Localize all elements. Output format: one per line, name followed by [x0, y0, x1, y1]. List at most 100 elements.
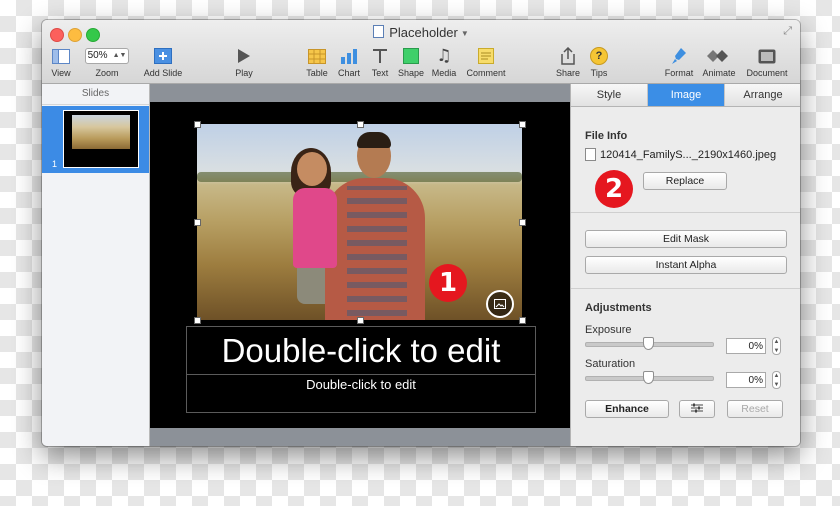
toolbar-media-button[interactable]: ♫ Media — [430, 46, 458, 78]
toolbar-table-button[interactable]: Table — [305, 47, 329, 78]
toolbar-animate-label: Animate — [702, 68, 736, 78]
file-info-heading: File Info — [585, 130, 628, 142]
adjustments-heading: Adjustments — [585, 302, 652, 314]
callout-marker-1: 1 — [429, 264, 467, 302]
tab-arrange[interactable]: Arrange — [725, 84, 800, 106]
slide-navigator-item-1[interactable]: 1 — [42, 106, 149, 173]
slide-thumbnail[interactable] — [63, 110, 139, 168]
slide[interactable]: 1 Double-click to edit Double-click to e… — [150, 102, 570, 428]
exposure-label: Exposure — [585, 324, 632, 336]
slide-navigator: Slides 1 — [42, 84, 150, 446]
photo-girl-head — [297, 152, 327, 186]
slide-number: 1 — [52, 159, 58, 169]
toolbar-share-button[interactable]: Share — [555, 47, 581, 78]
text-icon — [368, 47, 392, 65]
slide-thumbnail-photo — [72, 115, 130, 149]
reset-button[interactable]: Reset — [727, 400, 783, 418]
toolbar-share-label: Share — [555, 68, 581, 78]
resize-handle[interactable] — [519, 317, 526, 324]
window-title[interactable]: Placeholder ▼ — [42, 25, 800, 40]
photo-man-hair — [357, 132, 391, 148]
toolbar-format-button[interactable]: Format — [660, 47, 698, 78]
toolbar-view-label: View — [51, 68, 71, 78]
toolbar-chart-button[interactable]: Chart — [336, 47, 362, 78]
media-icon: ♫ — [436, 46, 452, 66]
saturation-value-field[interactable]: 0% — [726, 372, 766, 388]
view-icon — [50, 47, 72, 65]
slide-canvas: 1 Double-click to edit Double-click to e… — [150, 84, 570, 446]
file-name: 120414_FamilyS..._2190x1460.jpeg — [600, 148, 777, 161]
resize-handle[interactable] — [194, 121, 201, 128]
edit-mask-button[interactable]: Edit Mask — [585, 230, 787, 248]
photo-man-shirt — [347, 186, 407, 316]
resize-handle[interactable] — [194, 317, 201, 324]
zoom-dropdown[interactable]: 50% ▲▼ — [85, 48, 129, 64]
zoom-chevron-icon: ▲▼ — [112, 52, 127, 59]
animate-icon — [699, 47, 739, 65]
toolbar-animate-button[interactable]: Animate — [699, 47, 739, 78]
title-menu-chevron-icon: ▼ — [460, 29, 469, 38]
slides-header: Slides — [42, 84, 149, 105]
saturation-label: Saturation — [585, 358, 636, 370]
photo-girl-body — [293, 188, 337, 268]
document-proxy-icon — [373, 25, 385, 38]
tab-style[interactable]: Style — [571, 84, 648, 106]
play-icon — [232, 47, 256, 65]
saturation-slider-knob[interactable] — [643, 371, 654, 384]
toolbar-zoom-control[interactable]: 50% ▲▼ Zoom — [85, 47, 129, 78]
resize-handle[interactable] — [357, 121, 364, 128]
exposure-value-field[interactable]: 0% — [726, 338, 766, 354]
toolbar-document-button[interactable]: Document — [744, 47, 790, 78]
file-icon — [585, 148, 596, 161]
zoom-value: 50% — [87, 50, 108, 61]
toolbar-tips-button[interactable]: ? Tips — [586, 47, 612, 78]
toolbar-play-label: Play — [235, 68, 253, 78]
toolbar-view-button[interactable]: View — [50, 47, 72, 78]
toolbar-zoom-label: Zoom — [95, 68, 119, 78]
enhance-button[interactable]: Enhance — [585, 400, 669, 418]
resize-handle[interactable] — [519, 121, 526, 128]
toolbar-shape-button[interactable]: Shape — [398, 47, 424, 78]
share-icon — [555, 47, 581, 65]
saturation-stepper[interactable]: ▲ ▼ — [772, 371, 781, 389]
toolbar-comment-button[interactable]: Comment — [464, 47, 508, 78]
toolbar-format-label: Format — [664, 68, 694, 78]
comment-icon — [464, 47, 508, 65]
adjust-levels-button[interactable] — [679, 400, 715, 418]
toolbar-chart-label: Chart — [337, 68, 360, 78]
replace-media-icon[interactable] — [486, 290, 514, 318]
add-slide-icon — [142, 47, 184, 65]
document-icon — [744, 47, 790, 65]
toolbar-text-button[interactable]: Text — [368, 47, 392, 78]
chart-icon — [336, 47, 362, 65]
toolbar: Placeholder ▼ ⤢ View 50% ▲▼ Zoom Add Slide… — [42, 20, 800, 84]
toolbar-play-button[interactable]: Play — [232, 47, 256, 78]
resize-handle[interactable] — [357, 317, 364, 324]
exposure-slider-knob[interactable] — [643, 337, 654, 350]
toolbar-text-label: Text — [371, 68, 389, 78]
replace-button[interactable]: Replace — [643, 172, 727, 190]
divider — [571, 212, 800, 213]
table-icon — [305, 47, 329, 65]
sliders-icon — [691, 403, 703, 413]
format-inspector: Style Image Arrange File Info 120414_Fam… — [570, 84, 800, 446]
resize-handle[interactable] — [519, 219, 526, 226]
format-icon — [660, 47, 698, 65]
toolbar-media-label: Media — [431, 68, 457, 78]
callout-marker-2: 2 — [595, 170, 633, 208]
exposure-stepper[interactable]: ▲ ▼ — [772, 337, 781, 355]
tab-image[interactable]: Image — [648, 84, 725, 106]
resize-handle[interactable] — [194, 219, 201, 226]
window-title-text: Placeholder — [389, 25, 458, 40]
slide-subtitle-placeholder[interactable]: Double-click to edit — [186, 374, 536, 413]
fullscreen-icon[interactable]: ⤢ — [783, 25, 792, 38]
app-window: Placeholder ▼ ⤢ View 50% ▲▼ Zoom Add Slide… — [42, 20, 800, 446]
instant-alpha-button[interactable]: Instant Alpha — [585, 256, 787, 274]
slide-title-placeholder[interactable]: Double-click to edit — [186, 326, 536, 375]
inspector-tabs: Style Image Arrange — [571, 84, 800, 107]
toolbar-add-slide-button[interactable]: Add Slide — [142, 47, 184, 78]
photo-image[interactable] — [197, 124, 522, 320]
toolbar-add-slide-label: Add Slide — [143, 68, 183, 78]
toolbar-document-label: Document — [746, 68, 788, 78]
toolbar-tips-label: Tips — [590, 68, 608, 78]
